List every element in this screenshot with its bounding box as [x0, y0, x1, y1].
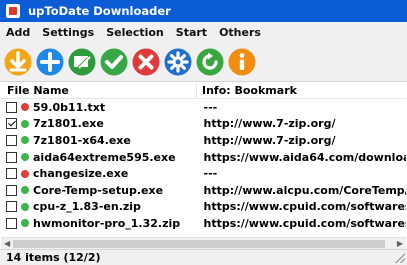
edit-icon: [68, 48, 95, 75]
status-bar: 14 items (12/2): [0, 249, 407, 265]
file-name: changesize.exe: [33, 167, 129, 181]
file-info: http://www.alcpu.com/CoreTemp/: [203, 183, 406, 197]
app-icon: [6, 4, 20, 18]
menu-settings[interactable]: Settings: [42, 26, 94, 39]
menu-selection[interactable]: Selection: [106, 26, 164, 39]
check-button[interactable]: [98, 46, 129, 77]
file-info: https://www.cpuid.com/softwares/hw: [203, 216, 406, 230]
scroll-right-icon[interactable]: ▶: [397, 239, 403, 248]
table-row[interactable]: aida64extreme595.exe https://www.aida64.…: [1, 149, 406, 166]
list-header: File Name Info: Bookmark: [1, 83, 406, 99]
toolbar: [0, 42, 407, 82]
info-button[interactable]: [226, 46, 257, 77]
resize-grip-icon[interactable]: [395, 252, 405, 263]
gear-icon: [164, 48, 191, 75]
table-row[interactable]: changesize.exe ---: [1, 165, 406, 182]
column-file-name[interactable]: File Name: [1, 83, 197, 98]
column-info-bookmark[interactable]: Info: Bookmark: [197, 84, 297, 97]
file-info: ---: [203, 100, 218, 114]
row-checkbox[interactable]: [6, 101, 17, 113]
horizontal-scrollbar[interactable]: ◀ ▶: [1, 237, 406, 249]
edit-button[interactable]: [66, 46, 97, 77]
status-dot: [21, 136, 29, 145]
table-row[interactable]: cpu-z_1.83-en.zip https://www.cpuid.com/…: [1, 199, 406, 216]
file-name: aida64extreme595.exe: [33, 150, 176, 164]
table-row[interactable]: 7z1801-x64.exe http://www.7-zip.org/: [1, 132, 406, 149]
row-checkbox[interactable]: [6, 151, 17, 163]
row-checkbox[interactable]: [6, 134, 17, 146]
row-checkbox[interactable]: [6, 217, 17, 229]
row-checkbox[interactable]: [6, 168, 17, 180]
file-info: https://www.aida64.com/downloads/la: [203, 150, 406, 164]
remove-button[interactable]: [130, 46, 161, 77]
file-name: 7z1801-x64.exe: [33, 133, 131, 147]
menu-start[interactable]: Start: [176, 26, 207, 39]
status-dot: [21, 186, 29, 195]
status-text: 14 items (12/2): [6, 251, 101, 264]
status-dot: [21, 202, 29, 211]
menu-add[interactable]: Add: [6, 26, 30, 39]
file-name: 59.0b11.txt: [33, 100, 106, 114]
file-name: Core-Temp-setup.exe: [33, 183, 164, 197]
status-dot: [21, 169, 29, 178]
menu-others[interactable]: Others: [219, 26, 261, 39]
file-name: hwmonitor-pro_1.32.zip: [33, 216, 181, 230]
close-icon: [132, 48, 159, 75]
table-row[interactable]: hwmonitor-pro_1.32.zip https://www.cpuid…: [1, 215, 406, 232]
refresh-icon: [196, 48, 223, 75]
scrollbar-thumb[interactable]: [13, 240, 385, 248]
scroll-left-icon[interactable]: ◀: [4, 239, 10, 248]
table-row[interactable]: Core-Temp-setup.exe http://www.alcpu.com…: [1, 182, 406, 199]
row-checkbox[interactable]: [6, 184, 17, 196]
file-name: cpu-z_1.83-en.zip: [33, 200, 141, 214]
table-row[interactable]: 7z1801.exe http://www.7-zip.org/: [1, 116, 406, 133]
file-name: 7z1801.exe: [33, 117, 104, 131]
row-checkbox[interactable]: [6, 118, 17, 130]
down-arrow-icon: [4, 48, 31, 75]
file-info: http://www.7-zip.org/: [203, 133, 336, 147]
status-dot: [21, 119, 29, 128]
add-button[interactable]: [34, 46, 65, 77]
window-title: upToDate Downloader: [28, 4, 171, 18]
download-button[interactable]: [2, 46, 33, 77]
info-icon: [228, 48, 255, 75]
table-row[interactable]: 59.0b11.txt ---: [1, 99, 406, 116]
title-bar[interactable]: upToDate Downloader: [0, 0, 407, 22]
file-info: ---: [203, 167, 218, 181]
file-info: http://www.7-zip.org/: [203, 117, 336, 131]
status-dot: [21, 219, 29, 228]
row-checkbox[interactable]: [6, 201, 17, 213]
check-icon: [100, 48, 127, 75]
file-list: 59.0b11.txt --- 7z1801.exe http://www.7-…: [1, 99, 406, 237]
status-dot: [21, 153, 29, 162]
menu-bar: Add Settings Selection Start Others: [0, 22, 407, 42]
status-dot: [21, 103, 29, 112]
plus-icon: [36, 48, 63, 75]
file-info: https://www.cpuid.com/softwares/c: [203, 200, 406, 214]
refresh-button[interactable]: [194, 46, 225, 77]
settings-button[interactable]: [162, 46, 193, 77]
